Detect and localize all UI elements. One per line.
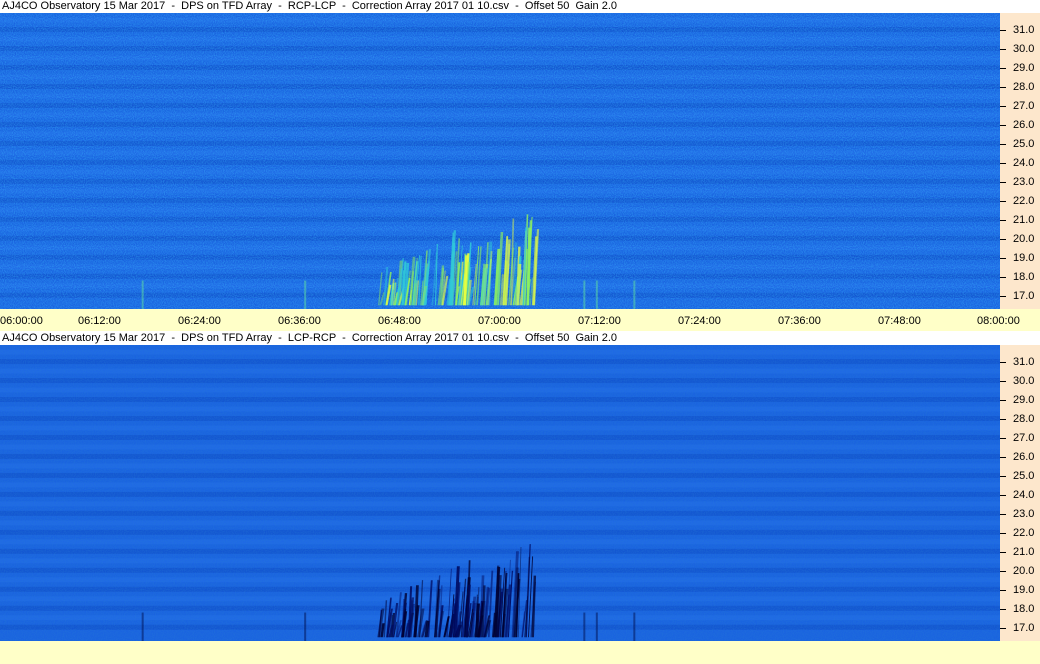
y-tick-label: 25.0 <box>1013 138 1035 150</box>
y-tick-mark <box>1000 381 1006 382</box>
panel-1-time-axis: 06:00:00 06:12:00 06:24:00 06:36:00 06:48:00… <box>0 309 1040 331</box>
panel-2-frequency-axis: 31.0 30.0 29.0 28.0 27.0 26.0 25.0 24.0 23.0 22.0… <box>1000 345 1040 641</box>
y-tick-mark <box>1000 144 1006 145</box>
y-tick-mark <box>1000 277 1006 278</box>
y-tick-mark <box>1000 571 1006 572</box>
y-tick-label: 23.0 <box>1013 508 1035 520</box>
x-tick-label: 06:00:00 <box>0 315 43 327</box>
y-tick-mark <box>1000 419 1006 420</box>
y-tick-mark <box>1000 30 1006 31</box>
x-tick-label: 07:12:00 <box>578 315 621 327</box>
y-tick-label: 19.0 <box>1013 584 1035 596</box>
y-tick-mark <box>1000 201 1006 202</box>
panel-1-title: AJ4CO Observatory 15 Mar 2017 - DPS on T… <box>2 0 618 12</box>
isolated-streak <box>633 280 636 309</box>
y-tick-mark <box>1000 362 1006 363</box>
x-tick-label: 06:36:00 <box>278 315 321 327</box>
x-tick-label: 07:48:00 <box>878 315 921 327</box>
y-tick-mark <box>1000 125 1006 126</box>
y-tick-label: 27.0 <box>1013 432 1035 444</box>
y-tick-mark <box>1000 106 1006 107</box>
y-tick-label: 26.0 <box>1013 119 1035 131</box>
isolated-streak <box>583 612 586 641</box>
x-tick-label: 06:24:00 <box>178 315 221 327</box>
y-tick-label: 22.0 <box>1013 527 1035 539</box>
y-tick-label: 26.0 <box>1013 451 1035 463</box>
y-tick-mark <box>1000 400 1006 401</box>
isolated-streak <box>633 612 636 641</box>
isolated-streak <box>595 612 598 641</box>
y-tick-label: 23.0 <box>1013 176 1035 188</box>
y-tick-label: 29.0 <box>1013 62 1035 74</box>
isolated-streak <box>304 280 307 309</box>
y-tick-mark <box>1000 220 1006 221</box>
y-tick-label: 24.0 <box>1013 157 1035 169</box>
y-tick-label: 30.0 <box>1013 43 1035 55</box>
y-tick-mark <box>1000 68 1006 69</box>
y-tick-label: 31.0 <box>1013 356 1035 368</box>
y-tick-label: 31.0 <box>1013 24 1035 36</box>
x-tick-label: 07:00:00 <box>478 315 521 327</box>
y-tick-mark <box>1000 590 1006 591</box>
panel-2-title: AJ4CO Observatory 15 Mar 2017 - DPS on T… <box>2 332 618 344</box>
isolated-streak <box>141 612 144 641</box>
y-tick-label: 21.0 <box>1013 214 1035 226</box>
y-tick-mark <box>1000 552 1006 553</box>
y-tick-mark <box>1000 495 1006 496</box>
y-tick-mark <box>1000 182 1006 183</box>
x-tick-label: 06:48:00 <box>378 315 421 327</box>
y-tick-mark <box>1000 514 1006 515</box>
y-tick-label: 19.0 <box>1013 252 1035 264</box>
y-tick-mark <box>1000 457 1006 458</box>
y-tick-mark <box>1000 239 1006 240</box>
y-tick-label: 28.0 <box>1013 413 1035 425</box>
panel-1-frequency-axis: 31.0 30.0 29.0 28.0 27.0 26.0 25.0 24.0 23.0 22.0… <box>1000 13 1040 309</box>
y-tick-label: 17.0 <box>1013 622 1035 634</box>
y-tick-mark <box>1000 476 1006 477</box>
y-tick-label: 18.0 <box>1013 603 1035 615</box>
x-tick-label: 07:36:00 <box>778 315 821 327</box>
y-tick-mark <box>1000 87 1006 88</box>
y-tick-label: 27.0 <box>1013 100 1035 112</box>
spectrogram-svg <box>0 345 1000 641</box>
isolated-streak <box>141 280 144 309</box>
y-tick-label: 28.0 <box>1013 81 1035 93</box>
panel-1-spectrogram <box>0 13 1000 309</box>
isolated-streak <box>583 280 586 309</box>
y-tick-mark <box>1000 296 1006 297</box>
y-tick-mark <box>1000 49 1006 50</box>
spectrogram-svg <box>0 13 1000 309</box>
x-tick-label: 08:00:00 <box>977 315 1020 327</box>
y-tick-label: 17.0 <box>1013 290 1035 302</box>
isolated-streak <box>595 280 598 309</box>
y-tick-mark <box>1000 163 1006 164</box>
y-tick-mark <box>1000 438 1006 439</box>
y-tick-label: 20.0 <box>1013 233 1035 245</box>
y-tick-label: 20.0 <box>1013 565 1035 577</box>
y-tick-label: 18.0 <box>1013 271 1035 283</box>
panel-2-spectrogram <box>0 345 1000 641</box>
y-tick-label: 22.0 <box>1013 195 1035 207</box>
y-tick-label: 30.0 <box>1013 375 1035 387</box>
panel-2-time-axis <box>0 641 1040 664</box>
x-tick-label: 06:12:00 <box>78 315 121 327</box>
y-tick-mark <box>1000 258 1006 259</box>
y-tick-label: 25.0 <box>1013 470 1035 482</box>
y-tick-label: 21.0 <box>1013 546 1035 558</box>
x-tick-label: 07:24:00 <box>678 315 721 327</box>
y-tick-label: 29.0 <box>1013 394 1035 406</box>
y-tick-mark <box>1000 609 1006 610</box>
y-tick-mark <box>1000 628 1006 629</box>
y-tick-label: 24.0 <box>1013 489 1035 501</box>
y-tick-mark <box>1000 533 1006 534</box>
isolated-streak <box>304 612 307 641</box>
